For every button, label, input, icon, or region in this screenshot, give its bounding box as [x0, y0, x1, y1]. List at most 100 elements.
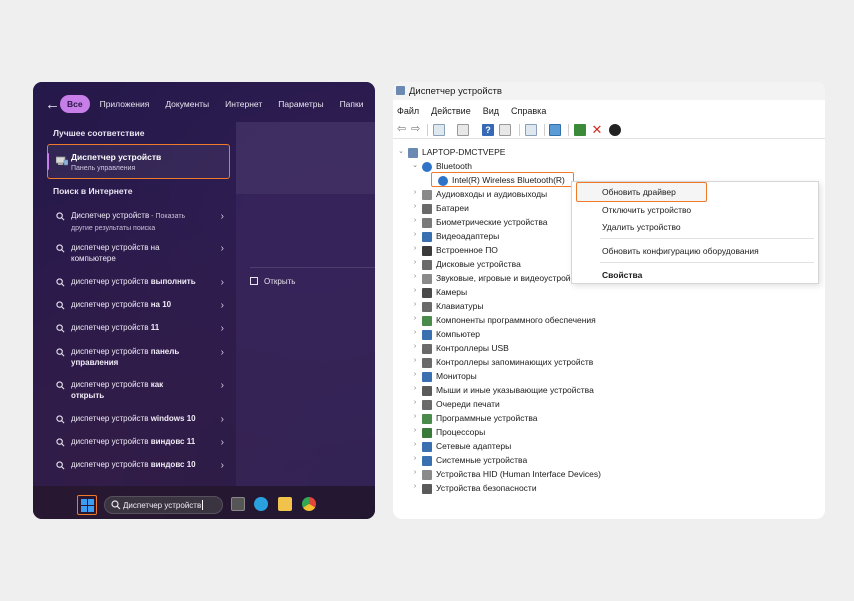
web-result-item[interactable]: диспетчер устройств панель управления › — [47, 346, 230, 368]
web-result-item[interactable]: диспетчер устройств на компьютере › — [47, 242, 230, 264]
print-icon[interactable] — [525, 124, 537, 136]
web-result-bold: виндовс 10 — [150, 460, 196, 469]
telegram-icon[interactable] — [254, 497, 268, 511]
device-category-icon — [422, 442, 432, 452]
uninstall-icon[interactable]: ✕ — [591, 123, 603, 136]
filter-settings[interactable]: Параметры — [272, 95, 329, 113]
filter-all[interactable]: Все — [60, 95, 90, 113]
bluetooth-icon — [422, 162, 432, 172]
view-icon[interactable] — [499, 124, 511, 136]
tree-category[interactable]: › Мониторы — [411, 371, 671, 384]
menu-item-disable-device[interactable]: Отключить устройство — [602, 205, 691, 215]
file-explorer-icon[interactable] — [278, 497, 292, 511]
web-result-item[interactable]: диспетчер устройств виндовс 11 › — [47, 436, 230, 448]
search-icon — [56, 461, 65, 470]
menu-view[interactable]: Вид — [483, 106, 499, 120]
device-category-icon — [422, 470, 432, 480]
menu-separator — [600, 238, 814, 239]
web-result-extra: - Показать — [149, 213, 186, 220]
best-match-result[interactable]: Диспетчер устройств Панель управления — [47, 144, 230, 179]
filter-more[interactable]: Ф — [373, 95, 375, 113]
chevron-right-icon: › — [413, 217, 417, 224]
device-category-icon — [422, 204, 432, 214]
tree-category[interactable]: › Программные устройства — [411, 413, 671, 426]
filter-documents[interactable]: Документы — [159, 95, 215, 113]
help-icon[interactable]: ? — [482, 124, 494, 136]
search-icon — [56, 244, 65, 253]
chevron-right-icon: › — [220, 211, 224, 222]
device-category-icon — [422, 260, 432, 270]
filter-web[interactable]: Интернет — [219, 95, 268, 113]
web-result-text: Диспетчер устройств - Показать другие ре… — [71, 210, 211, 234]
chevron-right-icon: › — [413, 315, 417, 322]
open-action[interactable]: Открыть — [250, 277, 295, 286]
tree-category[interactable]: › Устройства безопасности — [411, 483, 671, 496]
device-category-icon — [422, 316, 432, 326]
taskbar-search-text: Диспетчер устройств — [123, 501, 202, 510]
category-label: Биометрические устройства — [436, 217, 548, 227]
back-icon[interactable]: ⇦ — [397, 124, 409, 136]
web-result-main: диспетчер устройств — [71, 380, 151, 389]
filter-folders[interactable]: Папки — [334, 95, 370, 113]
preview-pane: Открыть — [236, 122, 375, 486]
web-result-text: диспетчер устройств виндовс 10 — [71, 459, 211, 470]
tree-category[interactable]: › Сетевые адаптеры — [411, 441, 671, 454]
show-hide-tree-icon[interactable] — [433, 124, 445, 136]
back-arrow-icon[interactable]: ← — [45, 96, 60, 113]
scan-hardware-icon[interactable] — [549, 124, 561, 136]
web-result-bold: выполнить — [150, 277, 196, 286]
web-result-main: диспетчер устройств — [71, 460, 151, 469]
web-result-item[interactable]: диспетчер устройств выполнить › — [47, 276, 230, 288]
search-icon — [56, 278, 65, 287]
search-flyout: ← Все Приложения Документы Интернет Пара… — [33, 82, 375, 486]
search-icon — [56, 381, 65, 390]
chrome-icon[interactable] — [302, 497, 316, 511]
properties-icon[interactable] — [457, 124, 469, 136]
device-manager-window: Диспетчер устройств Файл Действие Вид Сп… — [393, 82, 825, 519]
chevron-right-icon: › — [413, 329, 417, 336]
web-result-item[interactable]: диспетчер устройств на 10 › — [47, 299, 230, 311]
menu-item-properties[interactable]: Свойства — [602, 270, 642, 280]
tree-category[interactable]: › Системные устройства — [411, 455, 671, 468]
web-result-item[interactable]: диспетчер устройств как открыть › — [47, 379, 230, 401]
device-category-icon — [422, 456, 432, 466]
tree-category[interactable]: › Устройства HID (Human Interface Devices… — [411, 469, 671, 482]
web-result-item[interactable]: диспетчер устройств windows 10 › — [47, 413, 230, 425]
search-icon — [56, 212, 65, 221]
category-label: Дисковые устройства — [436, 259, 521, 269]
taskbar-search-box[interactable]: Диспетчер устройств — [104, 496, 223, 514]
tree-category[interactable]: › Компьютер — [411, 329, 671, 342]
device-category-icon — [422, 484, 432, 494]
category-label: Устройства HID (Human Interface Devices) — [436, 469, 601, 479]
menu-action[interactable]: Действие — [431, 106, 471, 120]
forward-icon[interactable]: ⇨ — [411, 124, 423, 136]
update-driver-icon[interactable] — [574, 124, 586, 136]
web-result-main: диспетчер устройств — [71, 347, 151, 356]
web-result-item[interactable]: диспетчер устройств 11 › — [47, 322, 230, 334]
web-result-item[interactable]: Диспетчер устройств - Показать другие ре… — [47, 210, 230, 232]
toolbar-separator — [519, 124, 520, 136]
tree-category[interactable]: › Мыши и иные указывающие устройства — [411, 385, 671, 398]
task-view-icon[interactable] — [231, 497, 245, 511]
menu-item-scan-hardware[interactable]: Обновить конфигурацию оборудования — [602, 246, 759, 256]
filter-apps[interactable]: Приложения — [94, 95, 156, 113]
tree-category[interactable]: › Процессоры — [411, 427, 671, 440]
menu-file[interactable]: Файл — [397, 106, 419, 120]
device-category-icon — [422, 288, 432, 298]
tree-device-bt-adapter[interactable]: Intel(R) Wireless Bluetooth(R) — [427, 175, 577, 188]
tree-category[interactable]: › Камеры — [411, 287, 671, 300]
tree-category[interactable]: › Контроллеры USB — [411, 343, 671, 356]
tree-category[interactable]: › Очереди печати — [411, 399, 671, 412]
tree-category[interactable]: › Компоненты программного обеспечения — [411, 315, 671, 328]
tree-root[interactable]: ⌄ LAPTOP-DMCTVEPE — [397, 147, 597, 160]
menu-item-uninstall-device[interactable]: Удалить устройство — [602, 222, 681, 232]
menu-item-update-driver[interactable]: Обновить драйвер — [602, 187, 676, 197]
menu-help[interactable]: Справка — [511, 106, 546, 120]
web-result-main: диспетчер устройств — [71, 277, 151, 286]
device-category-icon — [422, 428, 432, 438]
web-result-item[interactable]: диспетчер устройств виндовс 10 › — [47, 459, 230, 471]
enable-device-icon[interactable] — [609, 124, 621, 136]
tree-category[interactable]: › Контроллеры запоминающих устройств — [411, 357, 671, 370]
start-button[interactable] — [77, 495, 97, 515]
tree-category[interactable]: › Клавиатуры — [411, 301, 671, 314]
